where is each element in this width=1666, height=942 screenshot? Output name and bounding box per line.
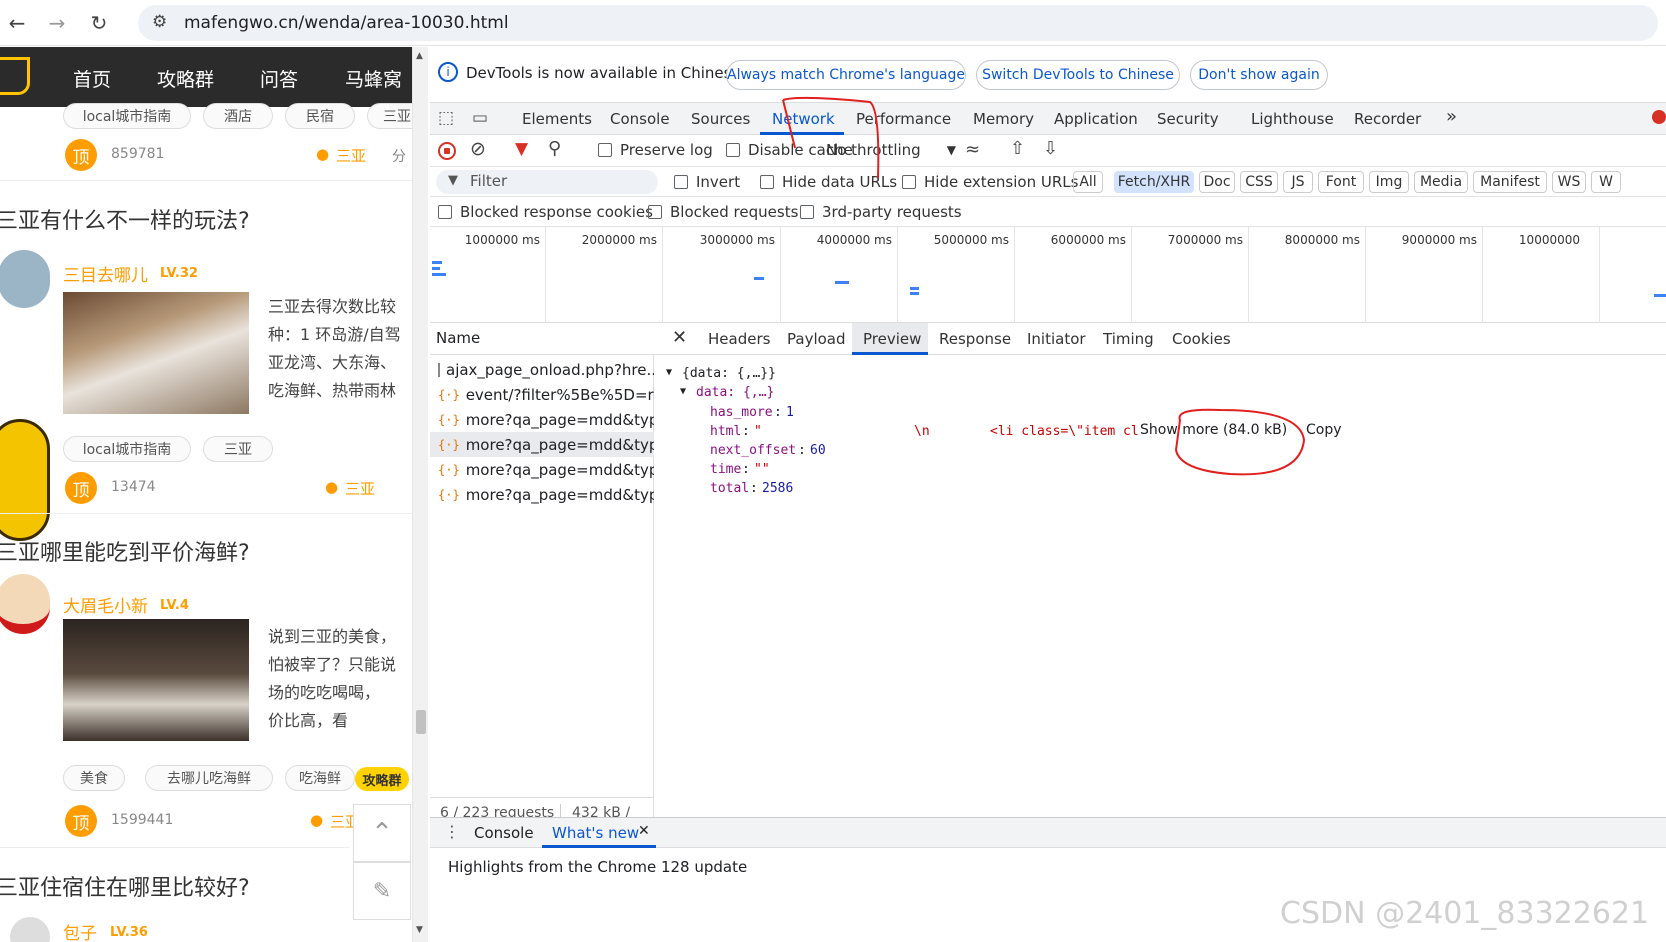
watermark: CSDN @2401_83322621: [1280, 896, 1650, 931]
annotation-stroke: [782, 99, 796, 149]
red-annotation-overlay: [782, 96, 1306, 476]
annotation-stroke: [1174, 408, 1306, 476]
annotation-stroke: [782, 96, 880, 179]
